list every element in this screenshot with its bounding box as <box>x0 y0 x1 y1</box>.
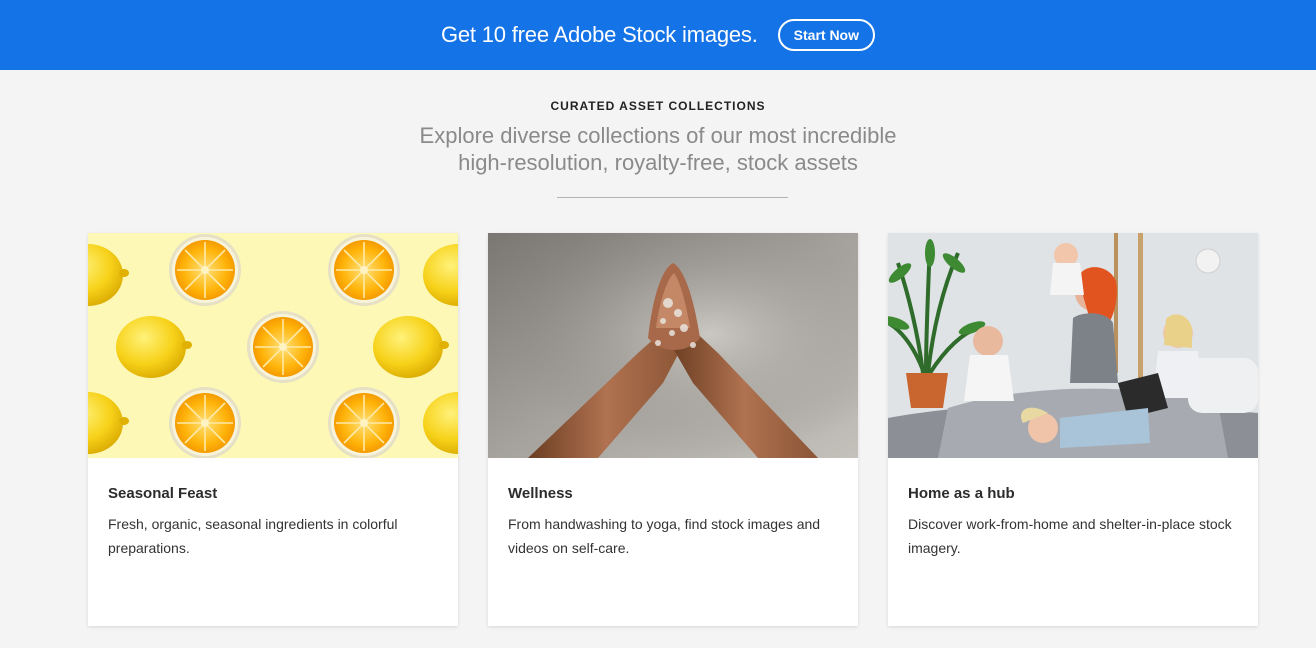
section-subtitle: Explore diverse collections of our most … <box>0 122 1316 176</box>
collection-card-seasonal-feast[interactable]: Seasonal Feast Fresh, organic, seasonal … <box>88 233 458 626</box>
family-at-home-image <box>888 233 1258 458</box>
washing-hands-image <box>488 233 858 458</box>
card-title: Home as a hub <box>908 485 1015 502</box>
collection-card-wellness[interactable]: Wellness From handwashing to yoga, find … <box>488 233 858 626</box>
card-description: From handwashing to yoga, find stock ima… <box>508 516 821 556</box>
card-description: Fresh, organic, seasonal ingredients in … <box>108 516 398 556</box>
card-title: Wellness <box>508 485 573 502</box>
lemons-pattern-image <box>88 233 458 458</box>
collection-card-home-as-a-hub[interactable]: Home as a hub Discover work-from-home an… <box>888 233 1258 626</box>
card-description: Discover work-from-home and shelter-in-p… <box>908 516 1232 556</box>
section-subtitle-line-2: high-resolution, royalty-free, stock ass… <box>458 150 858 175</box>
promo-banner: Get 10 free Adobe Stock images. Start No… <box>0 0 1316 70</box>
section-divider <box>557 197 788 198</box>
card-title: Seasonal Feast <box>108 485 218 502</box>
section-eyebrow: CURATED ASSET COLLECTIONS <box>550 99 766 113</box>
promo-banner-text: Get 10 free Adobe Stock images. <box>440 22 758 47</box>
start-now-button[interactable]: Start Now <box>777 19 875 51</box>
section-subtitle-line-1: Explore diverse collections of our most … <box>419 123 897 148</box>
